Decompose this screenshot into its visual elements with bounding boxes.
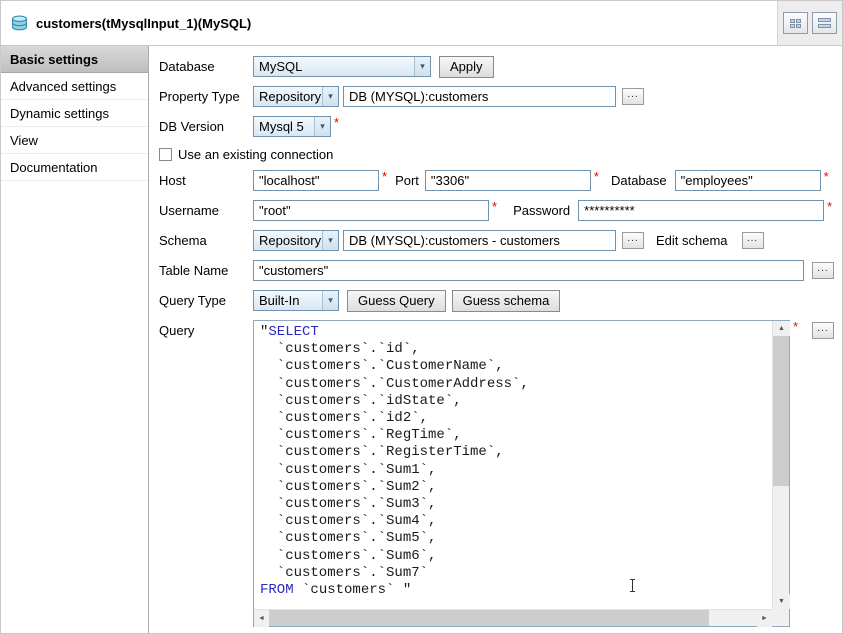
required-asterisk: * [334, 116, 339, 130]
property-type-label: Property Type [159, 89, 253, 104]
database-name-field[interactable] [675, 170, 821, 191]
schema-label: Schema [159, 233, 253, 248]
chevron-down-icon: ▾ [322, 231, 338, 250]
property-type-combo[interactable]: Repository ▾ [253, 86, 339, 107]
database-combo[interactable]: MySQL ▾ [253, 56, 431, 77]
db-version-label: DB Version [159, 119, 253, 134]
body: Basic settings Advanced settings Dynamic… [1, 46, 842, 634]
existing-connection-label: Use an existing connection [178, 147, 333, 162]
guess-query-button[interactable]: Guess Query [347, 290, 446, 312]
port-label: Port [395, 173, 419, 188]
scroll-right-icon[interactable]: ► [757, 610, 772, 627]
chevron-down-icon: ▾ [414, 57, 430, 76]
property-type-row: Property Type Repository ▾ ... [159, 86, 834, 107]
query-browse-button[interactable]: ... [812, 322, 834, 339]
property-type-browse-button[interactable]: ... [622, 88, 644, 105]
table-name-field[interactable] [253, 260, 804, 281]
db-version-combo[interactable]: Mysql 5 ▾ [253, 116, 331, 137]
required-asterisk: * [824, 170, 829, 184]
schema-row: Schema Repository ▾ ... Edit schema ... [159, 230, 834, 251]
port-field[interactable] [425, 170, 591, 191]
edit-schema-button[interactable]: ... [742, 232, 764, 249]
db-version-row: DB Version Mysql 5 ▾ * [159, 116, 834, 137]
component-title: customers(tMysqlInput_1)(MySQL) [36, 16, 251, 31]
required-asterisk: * [382, 170, 387, 184]
header-toolbar [778, 1, 842, 45]
host-row: Host * Port * Database * [159, 170, 834, 191]
database-name-label: Database [611, 173, 667, 188]
query-label: Query [159, 320, 253, 338]
database-combo-value: MySQL [254, 59, 414, 74]
header-title-area: customers(tMysqlInput_1)(MySQL) [1, 1, 778, 45]
schema-repository-field[interactable] [343, 230, 616, 251]
vertical-scroll-thumb[interactable] [773, 336, 789, 486]
query-type-combo-value: Built-In [254, 293, 322, 308]
query-text[interactable]: "SELECT `customers`.`id`, `customers`.`C… [254, 321, 772, 602]
header: customers(tMysqlInput_1)(MySQL) [1, 1, 842, 46]
required-asterisk: * [793, 320, 798, 334]
database-label: Database [159, 59, 253, 74]
horizontal-scroll-thumb[interactable] [269, 610, 709, 626]
username-label: Username [159, 203, 253, 218]
table-name-row: Table Name ... [159, 260, 834, 281]
username-field[interactable] [253, 200, 489, 221]
sidebar-item-dynamic-settings[interactable]: Dynamic settings [1, 100, 148, 127]
query-content[interactable]: "SELECT `customers`.`id`, `customers`.`C… [254, 321, 772, 609]
basic-settings-panel: Database MySQL ▾ Apply Property Type Rep… [149, 46, 842, 634]
chevron-down-icon: ▾ [314, 117, 330, 136]
required-asterisk: * [594, 170, 599, 184]
query-horizontal-scrollbar[interactable]: ◄ ► [254, 609, 772, 626]
sidebar-item-basic-settings[interactable]: Basic settings [1, 46, 148, 73]
database-row: Database MySQL ▾ Apply [159, 56, 834, 77]
table-name-browse-button[interactable]: ... [812, 262, 834, 279]
db-version-combo-value: Mysql 5 [254, 119, 314, 134]
host-field[interactable] [253, 170, 379, 191]
query-vertical-scrollbar[interactable]: ▲ ▼ [772, 321, 789, 609]
edit-schema-label: Edit schema [656, 233, 728, 248]
existing-connection-checkbox[interactable] [159, 148, 172, 161]
rows-view-icon [818, 18, 831, 28]
text-cursor [632, 579, 633, 592]
existing-connection-row: Use an existing connection [159, 146, 834, 162]
query-type-combo[interactable]: Built-In ▾ [253, 290, 339, 311]
schema-browse-button[interactable]: ... [622, 232, 644, 249]
guess-schema-button[interactable]: Guess schema [452, 290, 561, 312]
grid-view-icon [790, 19, 801, 28]
sidebar-item-view[interactable]: View [1, 127, 148, 154]
scroll-up-icon[interactable]: ▲ [773, 321, 790, 336]
host-label: Host [159, 173, 253, 188]
sidebar-item-documentation[interactable]: Documentation [1, 154, 148, 181]
grid-view-button[interactable] [783, 12, 808, 34]
scroll-left-icon[interactable]: ◄ [254, 610, 269, 627]
schema-type-combo[interactable]: Repository ▾ [253, 230, 339, 251]
table-name-label: Table Name [159, 263, 253, 278]
schema-type-combo-value: Repository [254, 233, 322, 248]
property-type-repository-field[interactable] [343, 86, 616, 107]
apply-button[interactable]: Apply [439, 56, 494, 78]
query-type-row: Query Type Built-In ▾ Guess Query Guess … [159, 290, 834, 311]
scrollbar-corner [772, 609, 789, 626]
required-asterisk: * [827, 200, 832, 214]
query-type-label: Query Type [159, 293, 253, 308]
database-component-icon [11, 15, 28, 32]
rows-view-button[interactable] [812, 12, 837, 34]
property-type-combo-value: Repository [254, 89, 322, 104]
query-row: Query "SELECT `customers`.`id`, `custome… [159, 320, 834, 627]
query-editor[interactable]: "SELECT `customers`.`id`, `customers`.`C… [253, 320, 790, 627]
component-settings-window: customers(tMysqlInput_1)(MySQL) Basic se… [0, 0, 843, 634]
username-row: Username * Password * [159, 200, 834, 221]
required-asterisk: * [492, 200, 497, 214]
chevron-down-icon: ▾ [322, 87, 338, 106]
password-field[interactable] [578, 200, 824, 221]
scroll-down-icon[interactable]: ▼ [773, 594, 790, 609]
chevron-down-icon: ▾ [322, 291, 338, 310]
password-label: Password [513, 203, 570, 218]
settings-sidebar: Basic settings Advanced settings Dynamic… [1, 46, 149, 634]
sidebar-item-advanced-settings[interactable]: Advanced settings [1, 73, 148, 100]
